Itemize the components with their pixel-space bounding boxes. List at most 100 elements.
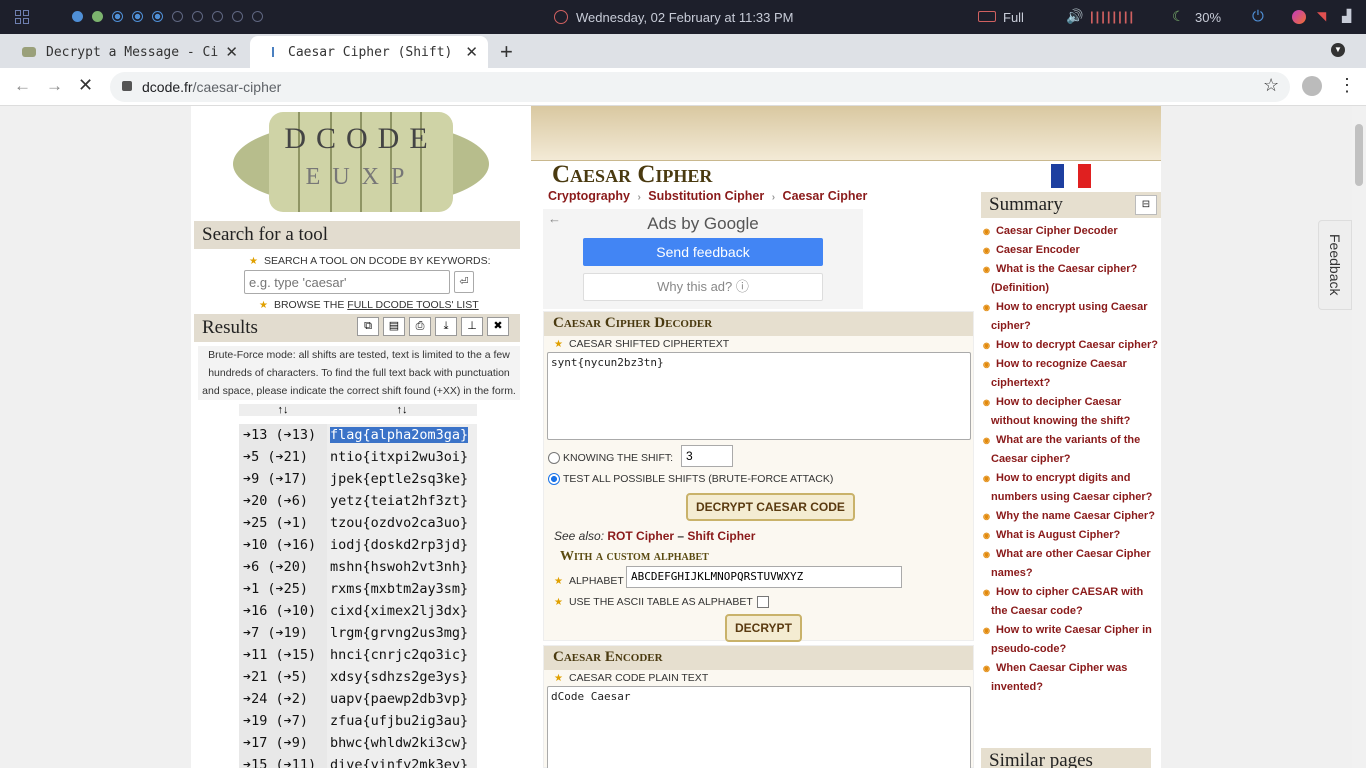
decrypt-caesar-button[interactable]: DECRYPT CAESAR CODE	[686, 493, 855, 521]
stop-icon[interactable]: ✕	[78, 75, 93, 96]
dcode-logo[interactable]: DCODE EUXP	[231, 106, 491, 224]
result-row[interactable]: ➔9 (➔17) jpek{eptle2sq3ke}	[239, 468, 477, 490]
result-row[interactable]: ➔1 (➔25) rxms{mxbtm2ay3sm}	[239, 578, 477, 600]
back-icon[interactable]: ←	[14, 76, 31, 96]
summary-collapse-button[interactable]: ⊟	[1135, 195, 1157, 215]
ad-why-button[interactable]: Why this ad? ⓘ	[583, 273, 823, 301]
tab-search-icon[interactable]: ▼	[1331, 43, 1345, 57]
result-row[interactable]: ➔11 (➔15) hnci{cnrjc2qo3ic}	[239, 644, 477, 666]
summary-item[interactable]: What is August Cipher?	[983, 526, 1161, 545]
summary-item[interactable]: Why the name Caesar Cipher?	[983, 507, 1161, 526]
apps-grid-icon[interactable]	[15, 10, 29, 24]
summary-item[interactable]: What are the variants of the Caesar ciph…	[983, 431, 1161, 469]
alphabet-input[interactable]: ABCDEFGHIJKLMNOPQRSTUVWXYZ	[626, 566, 902, 588]
summary-item[interactable]: What is the Caesar cipher? (Definition)	[983, 260, 1161, 298]
result-text[interactable]: lrgm{grvng2us3mg}	[330, 625, 468, 641]
decrypt-button[interactable]: DECRYPT	[725, 614, 802, 642]
result-text[interactable]: zfua{ufjbu2ig3au}	[330, 713, 468, 729]
result-text[interactable]: dive{yinfy2mk3ey}	[330, 757, 468, 768]
summary-item[interactable]: What are other Caesar Cipher names?	[983, 545, 1161, 583]
result-row[interactable]: ➔6 (➔20) mshn{hswoh2vt3nh}	[239, 556, 477, 578]
menu-icon[interactable]: ⋮	[1338, 75, 1356, 96]
summary-item[interactable]: How to cipher CAESAR with the Caesar cod…	[983, 583, 1161, 621]
forward-icon[interactable]: →	[46, 76, 63, 96]
workspace-9[interactable]	[232, 11, 243, 22]
result-row[interactable]: ➔19 (➔7) zfua{ufjbu2ig3au}	[239, 710, 477, 732]
result-text[interactable]: iodj{doskd2rp3jd}	[330, 537, 468, 553]
result-row[interactable]: ➔25 (➔1) tzou{ozdvo2ca3uo}	[239, 512, 477, 534]
french-flag-icon[interactable]	[1051, 164, 1091, 188]
full-tools-list-link[interactable]: FULL DCODE TOOLS' LIST	[347, 299, 478, 311]
url-field[interactable]: dcode.fr/caesar-cipher	[110, 72, 1290, 102]
breadcrumb-cryptography[interactable]: Cryptography	[548, 189, 630, 203]
feedback-tab[interactable]: Feedback	[1318, 220, 1352, 310]
datetime[interactable]: Wednesday, 02 February at 11:33 PM	[576, 10, 794, 25]
rot-cipher-link[interactable]: ROT Cipher	[607, 529, 674, 543]
profile-icon[interactable]	[1302, 76, 1322, 96]
result-text[interactable]: bhwc{whldw2ki3cw}	[330, 735, 468, 751]
network-icon[interactable]: ◥	[1317, 9, 1326, 23]
result-text[interactable]: jpek{eptle2sq3ke}	[330, 471, 468, 487]
workspace-5[interactable]	[152, 11, 163, 22]
summary-item[interactable]: How to write Caesar Cipher in pseudo-cod…	[983, 621, 1161, 659]
workspace-6[interactable]	[172, 11, 183, 22]
result-row[interactable]: ➔17 (➔9) bhwc{whldw2ki3cw}	[239, 732, 477, 754]
tab-caesar-cipher[interactable]: Caesar Cipher (Shift) ✕	[250, 36, 488, 68]
result-text[interactable]: cixd{ximex2lj3dx}	[330, 603, 468, 619]
app-icon[interactable]	[1292, 10, 1306, 24]
workspace-10[interactable]	[252, 11, 263, 22]
shift-cipher-link[interactable]: Shift Cipher	[687, 529, 755, 543]
print-icon[interactable]: ⎙	[409, 317, 431, 336]
scrollbar-thumb[interactable]	[1355, 124, 1363, 186]
search-input[interactable]	[244, 270, 450, 294]
new-tab-button[interactable]: +	[500, 39, 513, 65]
signal-icon[interactable]: ▟	[1342, 9, 1351, 23]
shift-input[interactable]: 3	[681, 445, 733, 467]
pin-icon[interactable]: ⊥	[461, 317, 483, 336]
summary-item[interactable]: Caesar Encoder	[983, 241, 1161, 260]
power-mode[interactable]: Full	[1003, 10, 1024, 25]
result-row[interactable]: ➔15 (➔11) dive{yinfy2mk3ey}	[239, 754, 477, 768]
save-icon[interactable]: ▤	[383, 317, 405, 336]
page-scrollbar[interactable]	[1352, 106, 1366, 768]
result-text[interactable]: yetz{teiat2hf3zt}	[330, 493, 468, 509]
summary-item[interactable]: When Caesar Cipher was invented?	[983, 659, 1161, 697]
close-results-icon[interactable]: ✖	[487, 317, 509, 336]
summary-item[interactable]: Caesar Cipher Decoder	[983, 222, 1161, 241]
volume-icon[interactable]: 🔊	[1066, 8, 1083, 25]
result-row[interactable]: ➔24 (➔2) uapv{paewp2db3vp}	[239, 688, 477, 710]
volume-level[interactable]: ||||||||	[1090, 9, 1135, 24]
result-text[interactable]: ntio{itxpi2wu3oi}	[330, 449, 468, 465]
ascii-checkbox[interactable]	[756, 596, 769, 608]
summary-item[interactable]: How to decipher Caesar without knowing t…	[983, 393, 1161, 431]
result-row[interactable]: ➔7 (➔19) lrgm{grvng2us3mg}	[239, 622, 477, 644]
result-row[interactable]: ➔21 (➔5) xdsy{sdhzs2ge3ys}	[239, 666, 477, 688]
plaintext-input[interactable]: dCode Caesar	[547, 686, 971, 768]
bruteforce-radio[interactable]	[548, 473, 560, 485]
breadcrumb-substitution[interactable]: Substitution Cipher	[648, 189, 764, 203]
result-row[interactable]: ➔10 (➔16) iodj{doskd2rp3jd}	[239, 534, 477, 556]
knowing-shift-radio[interactable]	[548, 452, 560, 464]
ciphertext-input[interactable]: synt{nycun2bz3tn}	[547, 352, 971, 440]
power-button-icon[interactable]: ⏻	[1252, 8, 1264, 25]
summary-item[interactable]: How to recognize Caesar ciphertext?	[983, 355, 1161, 393]
workspace-8[interactable]	[212, 11, 223, 22]
result-text[interactable]: tzou{ozdvo2ca3uo}	[330, 515, 468, 531]
result-text[interactable]: uapv{paewp2db3vp}	[330, 691, 468, 707]
summary-item[interactable]: How to decrypt Caesar cipher?	[983, 336, 1161, 355]
search-submit-button[interactable]: ⏎	[454, 271, 474, 293]
ad-send-feedback-button[interactable]: Send feedback	[583, 238, 823, 266]
tab-close-icon[interactable]: ✕	[465, 43, 478, 61]
result-row[interactable]: ➔5 (➔21) ntio{itxpi2wu3oi}	[239, 446, 477, 468]
sort-shift-button[interactable]: ↑↓	[239, 404, 327, 416]
copy-icon[interactable]: ⧉	[357, 317, 379, 336]
result-text[interactable]: rxms{mxbtm2ay3sm}	[330, 581, 468, 597]
summary-item[interactable]: How to encrypt digits and numbers using …	[983, 469, 1161, 507]
result-text[interactable]: hnci{cnrjc2qo3ic}	[330, 647, 468, 663]
result-text[interactable]: mshn{hswoh2vt3nh}	[330, 559, 468, 575]
tab-decrypt-message[interactable]: Decrypt a Message - Ci ✕	[8, 36, 248, 68]
battery-level[interactable]: 30%	[1195, 10, 1221, 25]
tab-close-icon[interactable]: ✕	[225, 43, 238, 61]
workspace-7[interactable]	[192, 11, 203, 22]
result-text[interactable]: xdsy{sdhzs2ge3ys}	[330, 669, 468, 685]
